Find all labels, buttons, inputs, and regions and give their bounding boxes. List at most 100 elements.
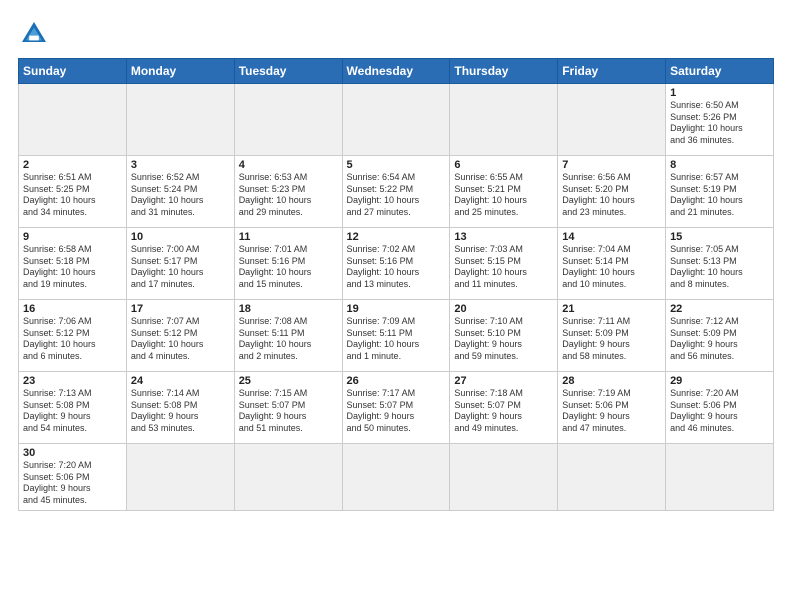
day-info: Sunrise: 7:17 AM Sunset: 5:07 PM Dayligh… bbox=[347, 388, 446, 435]
day-number: 26 bbox=[347, 375, 446, 387]
day-number: 8 bbox=[670, 159, 769, 171]
day-number: 17 bbox=[131, 303, 230, 315]
day-info: Sunrise: 7:20 AM Sunset: 5:06 PM Dayligh… bbox=[23, 460, 122, 507]
day-number: 10 bbox=[131, 231, 230, 243]
day-info: Sunrise: 7:20 AM Sunset: 5:06 PM Dayligh… bbox=[670, 388, 769, 435]
calendar-cell: 16Sunrise: 7:06 AM Sunset: 5:12 PM Dayli… bbox=[19, 300, 127, 372]
calendar-cell: 15Sunrise: 7:05 AM Sunset: 5:13 PM Dayli… bbox=[666, 228, 774, 300]
weekday-header-sunday: Sunday bbox=[19, 59, 127, 84]
day-number: 5 bbox=[347, 159, 446, 171]
calendar-cell bbox=[234, 84, 342, 156]
day-number: 22 bbox=[670, 303, 769, 315]
calendar-cell bbox=[342, 84, 450, 156]
day-number: 13 bbox=[454, 231, 553, 243]
day-info: Sunrise: 7:09 AM Sunset: 5:11 PM Dayligh… bbox=[347, 316, 446, 363]
day-info: Sunrise: 7:02 AM Sunset: 5:16 PM Dayligh… bbox=[347, 244, 446, 291]
calendar-cell: 7Sunrise: 6:56 AM Sunset: 5:20 PM Daylig… bbox=[558, 156, 666, 228]
weekday-header-tuesday: Tuesday bbox=[234, 59, 342, 84]
header bbox=[18, 18, 774, 50]
logo bbox=[18, 18, 54, 50]
day-number: 11 bbox=[239, 231, 338, 243]
page: SundayMondayTuesdayWednesdayThursdayFrid… bbox=[0, 0, 792, 612]
day-info: Sunrise: 7:01 AM Sunset: 5:16 PM Dayligh… bbox=[239, 244, 338, 291]
day-number: 25 bbox=[239, 375, 338, 387]
calendar-cell bbox=[342, 444, 450, 511]
day-number: 28 bbox=[562, 375, 661, 387]
day-number: 27 bbox=[454, 375, 553, 387]
day-info: Sunrise: 7:11 AM Sunset: 5:09 PM Dayligh… bbox=[562, 316, 661, 363]
day-info: Sunrise: 7:05 AM Sunset: 5:13 PM Dayligh… bbox=[670, 244, 769, 291]
weekday-header-saturday: Saturday bbox=[666, 59, 774, 84]
calendar-cell: 18Sunrise: 7:08 AM Sunset: 5:11 PM Dayli… bbox=[234, 300, 342, 372]
day-number: 4 bbox=[239, 159, 338, 171]
calendar-cell: 3Sunrise: 6:52 AM Sunset: 5:24 PM Daylig… bbox=[126, 156, 234, 228]
calendar-cell bbox=[558, 84, 666, 156]
week-row-5: 30Sunrise: 7:20 AM Sunset: 5:06 PM Dayli… bbox=[19, 444, 774, 511]
day-number: 1 bbox=[670, 87, 769, 99]
calendar-cell: 20Sunrise: 7:10 AM Sunset: 5:10 PM Dayli… bbox=[450, 300, 558, 372]
weekday-header-row: SundayMondayTuesdayWednesdayThursdayFrid… bbox=[19, 59, 774, 84]
calendar-cell: 9Sunrise: 6:58 AM Sunset: 5:18 PM Daylig… bbox=[19, 228, 127, 300]
day-info: Sunrise: 6:50 AM Sunset: 5:26 PM Dayligh… bbox=[670, 100, 769, 147]
calendar-cell bbox=[234, 444, 342, 511]
calendar-cell bbox=[126, 444, 234, 511]
day-info: Sunrise: 7:06 AM Sunset: 5:12 PM Dayligh… bbox=[23, 316, 122, 363]
day-number: 19 bbox=[347, 303, 446, 315]
calendar-cell: 25Sunrise: 7:15 AM Sunset: 5:07 PM Dayli… bbox=[234, 372, 342, 444]
day-info: Sunrise: 7:19 AM Sunset: 5:06 PM Dayligh… bbox=[562, 388, 661, 435]
day-info: Sunrise: 6:57 AM Sunset: 5:19 PM Dayligh… bbox=[670, 172, 769, 219]
calendar-cell: 27Sunrise: 7:18 AM Sunset: 5:07 PM Dayli… bbox=[450, 372, 558, 444]
day-number: 7 bbox=[562, 159, 661, 171]
day-info: Sunrise: 7:14 AM Sunset: 5:08 PM Dayligh… bbox=[131, 388, 230, 435]
week-row-0: 1Sunrise: 6:50 AM Sunset: 5:26 PM Daylig… bbox=[19, 84, 774, 156]
week-row-2: 9Sunrise: 6:58 AM Sunset: 5:18 PM Daylig… bbox=[19, 228, 774, 300]
day-info: Sunrise: 7:12 AM Sunset: 5:09 PM Dayligh… bbox=[670, 316, 769, 363]
calendar-cell: 23Sunrise: 7:13 AM Sunset: 5:08 PM Dayli… bbox=[19, 372, 127, 444]
week-row-4: 23Sunrise: 7:13 AM Sunset: 5:08 PM Dayli… bbox=[19, 372, 774, 444]
day-info: Sunrise: 6:51 AM Sunset: 5:25 PM Dayligh… bbox=[23, 172, 122, 219]
day-number: 24 bbox=[131, 375, 230, 387]
day-info: Sunrise: 7:15 AM Sunset: 5:07 PM Dayligh… bbox=[239, 388, 338, 435]
day-number: 30 bbox=[23, 447, 122, 459]
logo-icon bbox=[18, 18, 50, 50]
calendar-cell bbox=[450, 84, 558, 156]
weekday-header-monday: Monday bbox=[126, 59, 234, 84]
calendar-cell: 11Sunrise: 7:01 AM Sunset: 5:16 PM Dayli… bbox=[234, 228, 342, 300]
day-info: Sunrise: 7:04 AM Sunset: 5:14 PM Dayligh… bbox=[562, 244, 661, 291]
day-info: Sunrise: 7:00 AM Sunset: 5:17 PM Dayligh… bbox=[131, 244, 230, 291]
day-info: Sunrise: 7:08 AM Sunset: 5:11 PM Dayligh… bbox=[239, 316, 338, 363]
day-info: Sunrise: 6:58 AM Sunset: 5:18 PM Dayligh… bbox=[23, 244, 122, 291]
week-row-3: 16Sunrise: 7:06 AM Sunset: 5:12 PM Dayli… bbox=[19, 300, 774, 372]
calendar-cell: 24Sunrise: 7:14 AM Sunset: 5:08 PM Dayli… bbox=[126, 372, 234, 444]
day-number: 15 bbox=[670, 231, 769, 243]
weekday-header-friday: Friday bbox=[558, 59, 666, 84]
day-number: 18 bbox=[239, 303, 338, 315]
day-info: Sunrise: 7:13 AM Sunset: 5:08 PM Dayligh… bbox=[23, 388, 122, 435]
calendar-cell: 21Sunrise: 7:11 AM Sunset: 5:09 PM Dayli… bbox=[558, 300, 666, 372]
calendar-cell: 28Sunrise: 7:19 AM Sunset: 5:06 PM Dayli… bbox=[558, 372, 666, 444]
day-info: Sunrise: 7:18 AM Sunset: 5:07 PM Dayligh… bbox=[454, 388, 553, 435]
calendar-cell: 8Sunrise: 6:57 AM Sunset: 5:19 PM Daylig… bbox=[666, 156, 774, 228]
day-info: Sunrise: 7:07 AM Sunset: 5:12 PM Dayligh… bbox=[131, 316, 230, 363]
day-info: Sunrise: 6:56 AM Sunset: 5:20 PM Dayligh… bbox=[562, 172, 661, 219]
calendar-cell bbox=[666, 444, 774, 511]
calendar-cell: 5Sunrise: 6:54 AM Sunset: 5:22 PM Daylig… bbox=[342, 156, 450, 228]
calendar-cell: 4Sunrise: 6:53 AM Sunset: 5:23 PM Daylig… bbox=[234, 156, 342, 228]
calendar-cell: 22Sunrise: 7:12 AM Sunset: 5:09 PM Dayli… bbox=[666, 300, 774, 372]
calendar-cell: 30Sunrise: 7:20 AM Sunset: 5:06 PM Dayli… bbox=[19, 444, 127, 511]
day-number: 29 bbox=[670, 375, 769, 387]
calendar-cell: 12Sunrise: 7:02 AM Sunset: 5:16 PM Dayli… bbox=[342, 228, 450, 300]
day-number: 3 bbox=[131, 159, 230, 171]
day-number: 21 bbox=[562, 303, 661, 315]
calendar-cell: 10Sunrise: 7:00 AM Sunset: 5:17 PM Dayli… bbox=[126, 228, 234, 300]
calendar-cell: 26Sunrise: 7:17 AM Sunset: 5:07 PM Dayli… bbox=[342, 372, 450, 444]
calendar-cell bbox=[558, 444, 666, 511]
calendar: SundayMondayTuesdayWednesdayThursdayFrid… bbox=[18, 58, 774, 511]
calendar-cell: 2Sunrise: 6:51 AM Sunset: 5:25 PM Daylig… bbox=[19, 156, 127, 228]
day-number: 20 bbox=[454, 303, 553, 315]
calendar-cell: 17Sunrise: 7:07 AM Sunset: 5:12 PM Dayli… bbox=[126, 300, 234, 372]
day-number: 16 bbox=[23, 303, 122, 315]
calendar-cell: 14Sunrise: 7:04 AM Sunset: 5:14 PM Dayli… bbox=[558, 228, 666, 300]
weekday-header-wednesday: Wednesday bbox=[342, 59, 450, 84]
day-number: 23 bbox=[23, 375, 122, 387]
